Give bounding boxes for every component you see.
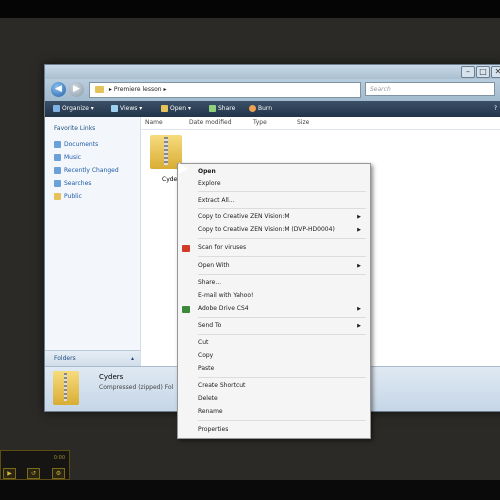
top-letterbox bbox=[0, 0, 500, 18]
play-icon[interactable]: ▶ bbox=[3, 468, 16, 479]
menu-item-email-yahoo[interactable]: E-mail with Yahoo! bbox=[198, 291, 253, 301]
burn-button[interactable]: Burn bbox=[249, 101, 272, 117]
menu-item-delete[interactable]: Delete bbox=[198, 394, 218, 404]
video-player-controls: 0:00 ▶ ↺ ⚙ bbox=[0, 450, 70, 480]
favorite-links-header: Favorite Links bbox=[54, 125, 96, 132]
menu-separator bbox=[198, 256, 366, 257]
menu-item-open-with[interactable]: Open With ▶ bbox=[198, 261, 366, 271]
file-name-label[interactable]: Cyde bbox=[162, 176, 177, 183]
organize-button[interactable]: Organize ▾ bbox=[53, 101, 94, 117]
share-button[interactable]: Share bbox=[209, 101, 235, 117]
column-name[interactable]: Name bbox=[145, 117, 163, 129]
settings-icon[interactable]: ⚙ bbox=[52, 468, 65, 479]
open-button[interactable]: Open ▾ bbox=[161, 101, 191, 117]
playback-time: 0:00 bbox=[53, 455, 65, 461]
searches-icon bbox=[54, 180, 61, 187]
navigation-pane: Favorite Links Documents Music Recently … bbox=[45, 117, 141, 367]
nav-item-recently-changed[interactable]: Recently Changed bbox=[54, 166, 119, 176]
close-button[interactable]: ✕ bbox=[491, 66, 500, 78]
menu-separator bbox=[198, 238, 366, 239]
open-icon bbox=[161, 105, 168, 112]
submenu-arrow-icon: ▶ bbox=[357, 323, 361, 329]
menu-separator bbox=[198, 208, 366, 209]
search-input[interactable]: Search bbox=[365, 82, 495, 96]
submenu-arrow-icon: ▶ bbox=[357, 306, 361, 312]
zip-folder-large-icon bbox=[53, 371, 79, 405]
breadcrumb-current[interactable]: Premiere lesson bbox=[114, 86, 162, 93]
menu-item-cut[interactable]: Cut bbox=[198, 338, 208, 348]
details-file-name: Cyders bbox=[99, 373, 124, 381]
nav-item-public[interactable]: Public bbox=[54, 192, 82, 202]
music-icon bbox=[54, 154, 61, 161]
menu-separator bbox=[198, 274, 366, 275]
recently-changed-icon bbox=[54, 167, 61, 174]
details-file-type: Compressed (zipped) Fol bbox=[99, 384, 174, 391]
menu-item-share[interactable]: Share... bbox=[198, 278, 221, 288]
share-icon bbox=[209, 105, 216, 112]
column-type[interactable]: Type bbox=[253, 117, 267, 129]
folder-icon bbox=[95, 86, 104, 93]
menu-item-scan-viruses[interactable]: Scan for viruses bbox=[198, 243, 246, 253]
menu-separator bbox=[198, 377, 366, 378]
nav-item-documents[interactable]: Documents bbox=[54, 140, 98, 150]
submenu-arrow-icon: ▶ bbox=[357, 214, 361, 220]
menu-item-extract-all[interactable]: Extract All... bbox=[198, 196, 235, 206]
menu-item-open[interactable]: Open bbox=[198, 167, 216, 177]
documents-icon bbox=[54, 141, 61, 148]
minimize-button[interactable]: – bbox=[461, 66, 475, 78]
command-toolbar: Organize ▾ Views ▾ Open ▾ Share Burn ? bbox=[45, 101, 500, 117]
menu-item-copy[interactable]: Copy bbox=[198, 351, 213, 361]
menu-separator bbox=[198, 191, 366, 192]
views-icon bbox=[111, 105, 118, 112]
submenu-arrow-icon: ▶ bbox=[357, 227, 361, 233]
menu-item-adobe-drive[interactable]: Adobe Drive CS4 ▶ bbox=[198, 304, 366, 314]
nav-item-music[interactable]: Music bbox=[54, 153, 81, 163]
breadcrumb-arrow-end: ▸ bbox=[163, 86, 167, 93]
menu-item-copy-to-zen[interactable]: Copy to Creative ZEN Vision:M ▶ bbox=[198, 212, 366, 222]
back-button[interactable]: ◀ bbox=[51, 82, 66, 97]
menu-separator bbox=[198, 317, 366, 318]
menu-item-paste[interactable]: Paste bbox=[198, 364, 214, 374]
forward-button[interactable]: ▶ bbox=[69, 82, 84, 97]
maximize-button[interactable]: □ bbox=[476, 66, 490, 78]
menu-item-create-shortcut[interactable]: Create Shortcut bbox=[198, 381, 245, 391]
antivirus-icon bbox=[182, 245, 190, 252]
address-bar[interactable]: ▸ Premiere lesson ▸ bbox=[89, 82, 361, 98]
folders-toggle[interactable]: Folders ▴ bbox=[45, 350, 140, 367]
rewind-icon[interactable]: ↺ bbox=[27, 468, 40, 479]
public-folder-icon bbox=[54, 193, 61, 200]
menu-item-rename[interactable]: Rename bbox=[198, 407, 223, 417]
chevron-up-icon: ▴ bbox=[130, 355, 134, 362]
column-date-modified[interactable]: Date modified bbox=[189, 117, 232, 129]
views-button[interactable]: Views ▾ bbox=[111, 101, 142, 117]
menu-separator bbox=[198, 420, 366, 421]
context-menu: Open Explore Extract All... Copy to Crea… bbox=[177, 163, 371, 439]
nav-item-searches[interactable]: Searches bbox=[54, 179, 91, 189]
burn-icon bbox=[249, 105, 256, 112]
help-button[interactable]: ? bbox=[494, 101, 497, 117]
column-headers: Name Date modified Type Size bbox=[141, 117, 500, 130]
bottom-letterbox bbox=[0, 480, 500, 500]
menu-item-send-to[interactable]: Send To ▶ bbox=[198, 321, 366, 331]
adobe-drive-icon bbox=[182, 306, 190, 313]
title-bar: – □ ✕ bbox=[45, 65, 500, 79]
menu-item-copy-to-zen-dvp[interactable]: Copy to Creative ZEN Vision:M (DVP-HD000… bbox=[198, 225, 366, 235]
menu-item-properties[interactable]: Properties bbox=[198, 425, 228, 435]
organize-icon bbox=[53, 105, 60, 112]
column-size[interactable]: Size bbox=[297, 117, 309, 129]
submenu-arrow-icon: ▶ bbox=[357, 263, 361, 269]
menu-item-explore[interactable]: Explore bbox=[198, 179, 221, 189]
address-row: ◀ ▶ ▸ Premiere lesson ▸ Search bbox=[45, 79, 500, 101]
menu-separator bbox=[198, 334, 366, 335]
